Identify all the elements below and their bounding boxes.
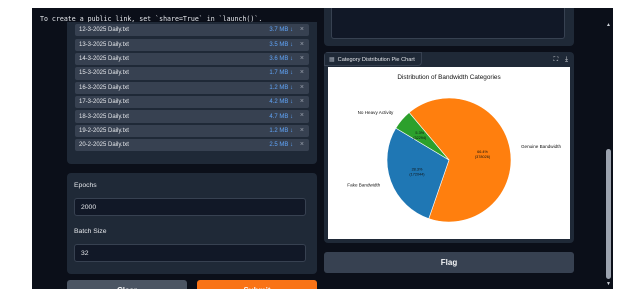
remove-file-icon[interactable]: × (300, 112, 304, 119)
remove-file-icon[interactable]: × (300, 84, 304, 91)
remove-file-icon[interactable]: × (300, 69, 304, 76)
batch-size-label: Batch Size (74, 228, 107, 235)
file-size-download-link[interactable]: 3.5 MB ↓ (269, 42, 293, 48)
file-list-item[interactable]: 15-3-2025 Daily.txt 1.7 MB ↓ × (75, 67, 309, 80)
download-icon[interactable]: ⤓ (565, 56, 568, 63)
slice-count-label: (32294) (413, 136, 427, 140)
slice-count-label: (172044) (409, 173, 425, 177)
plot-label: ▦ Category Distribution Pie Chart (324, 52, 422, 66)
slice-percent-label: 5.3% (415, 131, 424, 135)
fullscreen-icon[interactable]: ⛶ (554, 56, 559, 63)
file-name: 15-3-2025 Daily.txt (79, 70, 129, 77)
file-list-item[interactable]: 18-3-2025 Daily.txt 4.7 MB ↓ × (75, 110, 309, 123)
slice-percent-label: 28.3% (412, 168, 423, 172)
file-list-item[interactable]: 13-3-2025 Daily.txt 3.5 MB ↓ × (75, 38, 309, 51)
output-box (324, 8, 574, 46)
file-size-download-link[interactable]: 4.7 MB ↓ (269, 114, 293, 120)
chart-title: Distribution of Bandwidth Categories (397, 74, 500, 81)
file-list-item[interactable]: 14-3-2025 Daily.txt 3.6 MB ↓ × (75, 52, 309, 66)
slice-category-label: Genuine Bandwidth (521, 144, 562, 149)
right-column: ▦ Category Distribution Pie Chart ⛶ ⤓ Dist… (324, 8, 574, 289)
output-textbox[interactable] (331, 8, 565, 39)
slice-percent-label: 66.4% (477, 150, 488, 154)
scroll-up-icon[interactable]: ▲ (605, 22, 612, 28)
file-size-download-link[interactable]: 3.7 MB ↓ (269, 27, 293, 33)
file-size-download-link[interactable]: 2.5 MB ↓ (269, 142, 293, 148)
file-name: 12-3-2025 Daily.txt (79, 27, 129, 34)
remove-file-icon[interactable]: × (300, 127, 304, 134)
batch-size-input[interactable]: 32 (74, 244, 306, 262)
file-list: 12-3-2025 Daily.txt 3.7 MB ↓ × 13-3-2025 Da… (67, 22, 317, 164)
file-list-item[interactable]: 19-2-2025 Daily.txt 1.2 MB ↓ × (75, 124, 309, 137)
scroll-thumb[interactable] (606, 149, 611, 279)
plot-panel: ▦ Category Distribution Pie Chart ⛶ ⤓ Dist… (324, 52, 574, 243)
file-size-download-link[interactable]: 3.6 MB ↓ (269, 56, 293, 62)
file-name: 14-3-2025 Daily.txt (79, 56, 129, 63)
file-size-download-link[interactable]: 4.2 MB ↓ (269, 99, 293, 105)
chart-icon: ▦ (329, 57, 335, 63)
file-name: 20-2-2025 Daily.txt (79, 142, 129, 149)
file-name: 16-3-2025 Daily.txt (79, 84, 129, 91)
file-list-item[interactable]: 17-3-2025 Daily.txt 4.2 MB ↓ × (75, 96, 309, 109)
submit-button[interactable]: Submit (197, 280, 317, 289)
clear-button[interactable]: Clear (67, 280, 187, 289)
pie-chart-svg: Distribution of Bandwidth Categories 66.… (347, 74, 562, 223)
scroll-down-icon[interactable]: ▼ (605, 281, 612, 287)
epochs-label: Epochs (74, 182, 97, 189)
scrollbar[interactable]: ▲ ▼ (605, 22, 612, 289)
slice-count-label: (378026) (475, 155, 491, 159)
remove-file-icon[interactable]: × (300, 55, 304, 62)
slice-category-label: Fake Bandwidth (347, 183, 380, 188)
app-screen: To create a public link, set `share=True… (32, 8, 613, 289)
file-name: 18-3-2025 Daily.txt (79, 113, 129, 120)
file-list-item[interactable]: 20-2-2025 Daily.txt 2.5 MB ↓ × (75, 139, 309, 152)
remove-file-icon[interactable]: × (300, 41, 304, 48)
plot-tools: ⛶ ⤓ (547, 56, 568, 64)
plot-label-text: Category Distribution Pie Chart (337, 57, 415, 63)
epochs-input[interactable]: 2000 (74, 198, 306, 216)
remove-file-icon[interactable]: × (300, 141, 304, 148)
slice-category-label: No Heavy Activity (358, 110, 394, 115)
file-list-item[interactable]: 16-3-2025 Daily.txt 1.2 MB ↓ × (75, 81, 309, 94)
remove-file-icon[interactable]: × (300, 98, 304, 105)
file-name: 13-3-2025 Daily.txt (79, 41, 129, 48)
file-name: 19-2-2025 Daily.txt (79, 127, 129, 134)
parameters-panel: Epochs 2000 Batch Size 32 (67, 173, 317, 274)
remove-file-icon[interactable]: × (300, 26, 304, 33)
pie-chart: Distribution of Bandwidth Categories 66.… (328, 67, 570, 239)
file-size-download-link[interactable]: 1.7 MB ↓ (269, 70, 293, 76)
file-size-download-link[interactable]: 1.2 MB ↓ (269, 128, 293, 134)
file-size-download-link[interactable]: 1.2 MB ↓ (269, 85, 293, 91)
file-list-item[interactable]: 12-3-2025 Daily.txt 3.7 MB ↓ × (75, 24, 309, 37)
flag-button[interactable]: Flag (324, 252, 574, 273)
file-name: 17-3-2025 Daily.txt (79, 99, 129, 106)
